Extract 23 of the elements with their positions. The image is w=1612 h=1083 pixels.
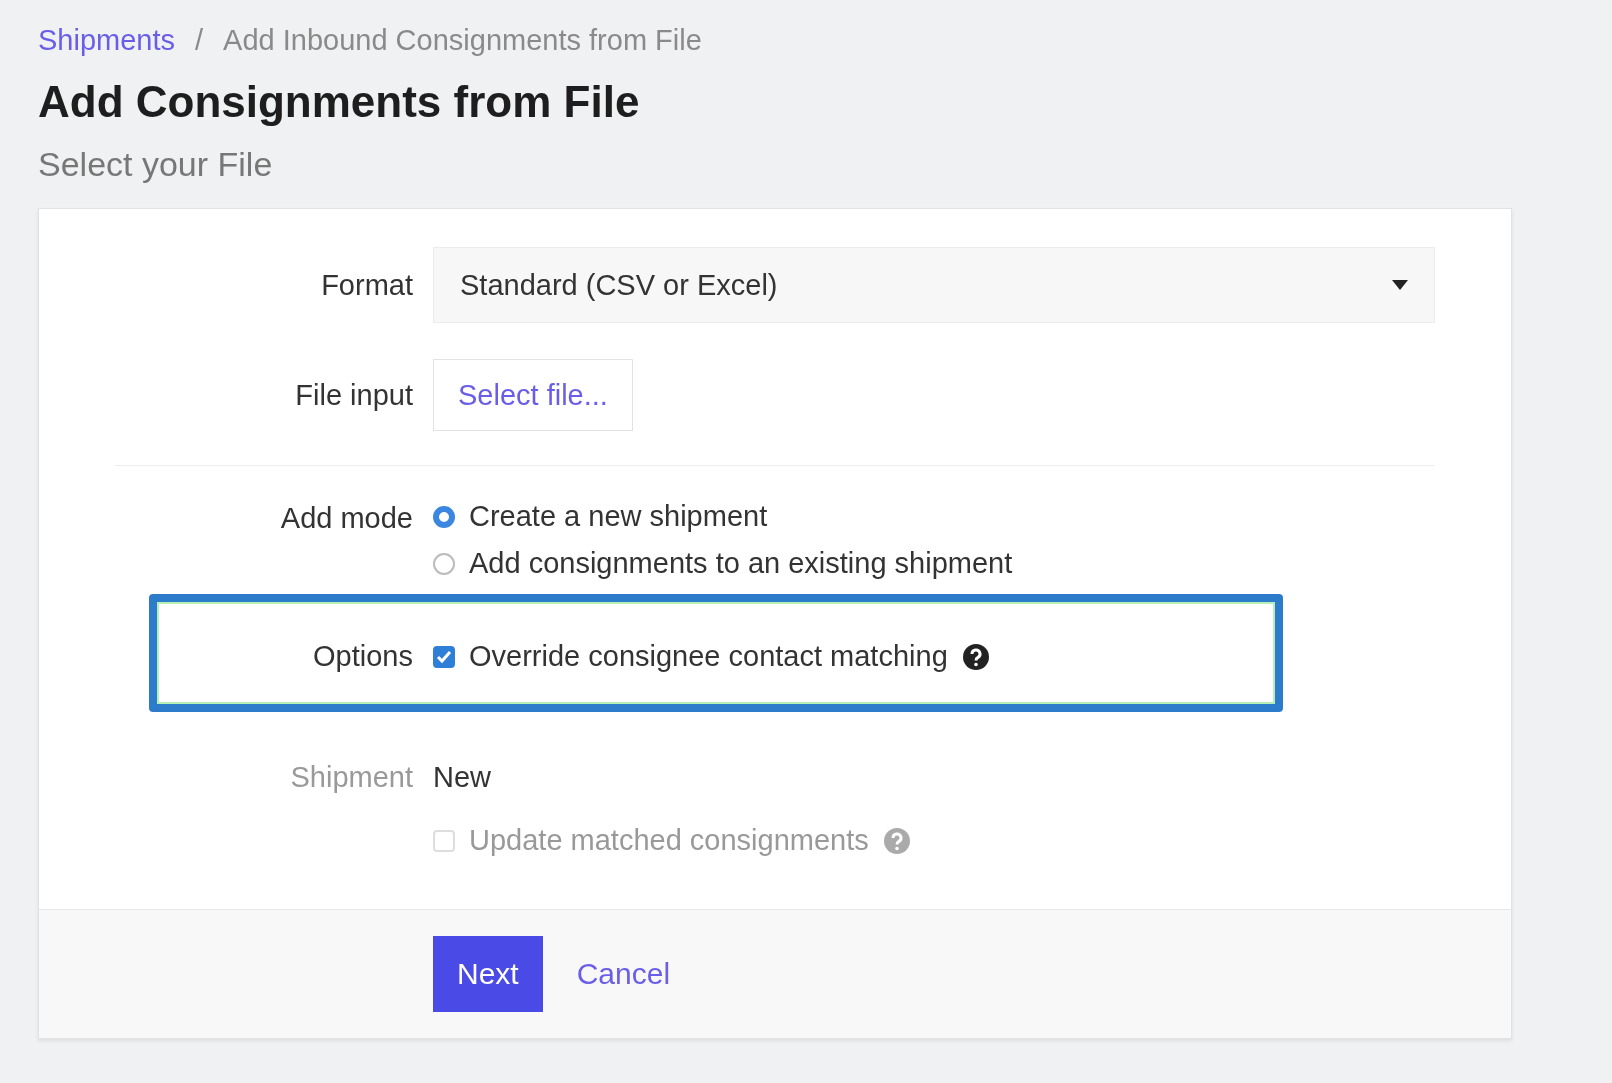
field-label: Format bbox=[321, 268, 413, 302]
radio-button[interactable] bbox=[433, 552, 455, 575]
page-title: Add Consignments from File bbox=[38, 77, 641, 127]
radio-button[interactable] bbox=[433, 505, 455, 528]
next-button[interactable]: Next bbox=[433, 936, 543, 1012]
breadcrumb-link[interactable]: Shipments bbox=[38, 24, 175, 57]
checkbox-label[interactable]: Override consignee contact matching bbox=[469, 640, 948, 673]
field-label: Shipment bbox=[290, 761, 413, 794]
caret-icon bbox=[1392, 280, 1408, 290]
field-label: Add mode bbox=[280, 502, 413, 535]
radio-label[interactable]: Create a new shipment bbox=[469, 500, 768, 533]
select-file-button[interactable]: Select file... bbox=[433, 359, 633, 431]
format-dropdown[interactable]: Standard (CSV or Excel) bbox=[433, 247, 1435, 323]
field-label: File input bbox=[295, 378, 413, 412]
radio-label[interactable]: Add consignments to an existing shipment bbox=[469, 547, 1013, 580]
cancel-link[interactable]: Cancel bbox=[576, 957, 671, 991]
help-icon[interactable] bbox=[961, 642, 990, 671]
field-label: Options bbox=[313, 640, 413, 673]
shipment-value: New bbox=[433, 761, 492, 794]
breadcrumb-separator: / bbox=[195, 24, 204, 57]
checkbox[interactable] bbox=[433, 645, 455, 668]
page-subtitle: Select your File bbox=[38, 145, 274, 184]
breadcrumb-current: Add Inbound Consignments from File bbox=[223, 24, 702, 57]
